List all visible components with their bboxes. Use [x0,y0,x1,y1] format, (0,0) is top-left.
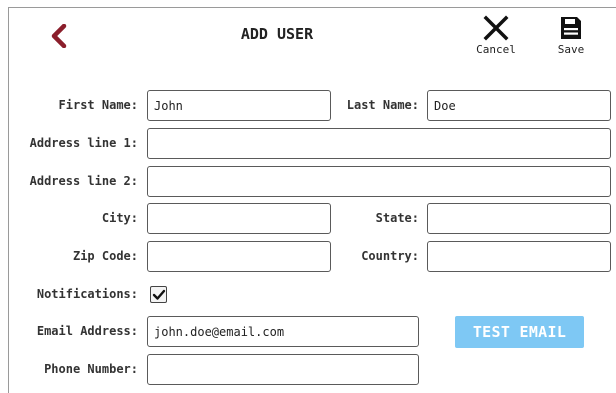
city-label: City: [101,211,138,225]
last-name-field[interactable] [427,90,611,121]
notifications-checkbox[interactable] [150,286,167,303]
phone-number-field[interactable] [147,354,419,385]
email-address-field[interactable] [147,316,419,347]
page-title: ADD USER [240,25,314,43]
zip-code-label: Zip Code: [72,249,138,263]
email-address-label: Email Address: [36,324,138,338]
test-email-button[interactable]: TEST EMAIL [455,316,584,348]
address-line-1-field[interactable] [147,128,611,159]
country-label: Country: [361,249,419,263]
phone-number-label: Phone Number: [44,362,138,376]
country-field[interactable] [427,241,611,272]
checkmark-icon [152,289,166,300]
last-name-label: Last Name: [346,98,419,112]
state-label: State: [375,211,419,225]
save-button[interactable]: Save [551,15,591,56]
save-label: Save [557,43,585,56]
notifications-label: Notifications: [36,287,138,301]
first-name-field[interactable] [147,90,331,121]
back-button[interactable] [47,23,71,49]
close-icon [483,15,509,41]
address-line-2-field[interactable] [147,166,611,197]
city-field[interactable] [147,203,331,234]
first-name-label: First Name: [58,98,138,112]
save-icon [561,17,581,39]
zip-code-field[interactable] [147,241,331,272]
cancel-button[interactable]: Cancel [469,15,523,56]
chevron-left-icon [51,23,67,49]
cancel-label: Cancel [476,43,516,56]
address-line-2-label: Address line 2: [29,174,138,188]
state-field[interactable] [427,203,611,234]
address-line-1-label: Address line 1: [29,136,138,150]
